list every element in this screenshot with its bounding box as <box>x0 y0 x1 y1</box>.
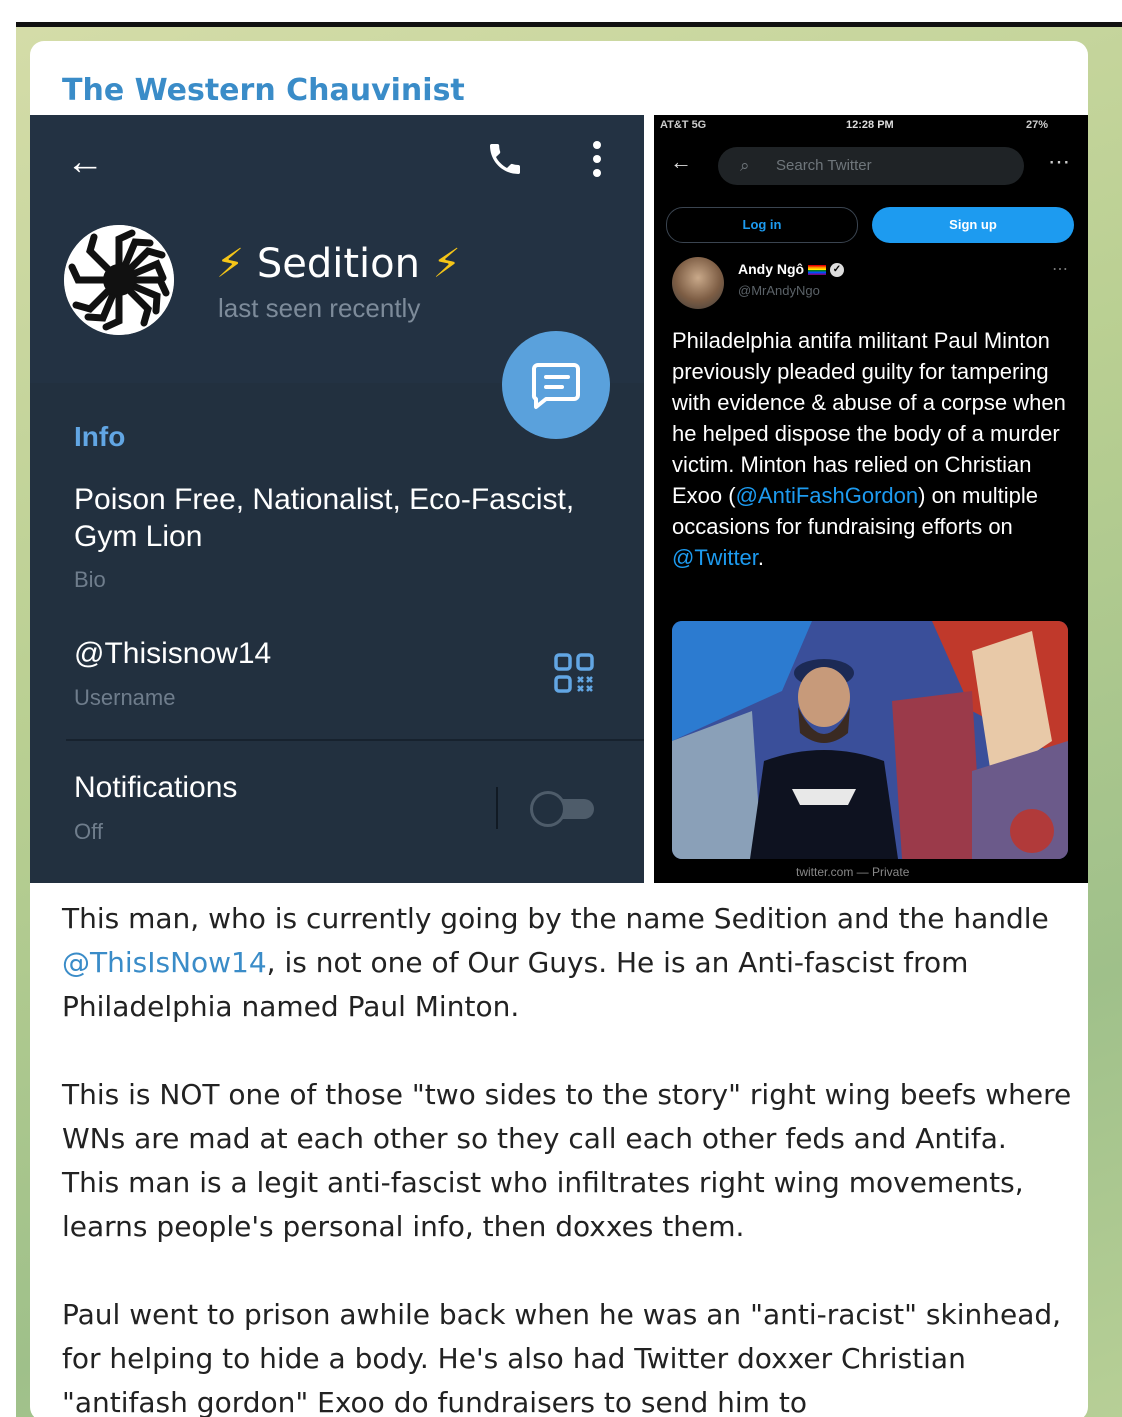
toggle-knob <box>530 791 566 827</box>
last-seen-status: last seen recently <box>218 293 421 323</box>
author-name[interactable]: Andy Ngô ✓ <box>738 261 844 278</box>
message-paragraph: This is NOT one of those "two sides to t… <box>62 1078 1072 1243</box>
info-section-label: Info <box>74 421 126 452</box>
message-text: This man, who is currently going by the … <box>62 897 1072 1417</box>
message-bubble: The Western Chauvinist ← ⚡ Sedition ⚡ la… <box>30 41 1088 1417</box>
qr-code-icon[interactable] <box>554 653 594 693</box>
mention-link[interactable]: @ThisIsNow14 <box>62 946 267 979</box>
twitter-screenshot[interactable]: AT&T 5G 12:28 PM 27% ← ⌕ Search Twitter … <box>654 115 1088 883</box>
bolt-icon: ⚡ <box>432 241 461 287</box>
notifications-label: Notifications <box>74 771 238 804</box>
message-paragraph: This man, who is currently going by the … <box>62 897 1072 1029</box>
message-button[interactable] <box>502 331 610 439</box>
bio-text: Poison Free, Nationalist, Eco-Fascist, G… <box>74 483 575 553</box>
chat-background: The Western Chauvinist ← ⚡ Sedition ⚡ la… <box>16 22 1122 1417</box>
profile-name: ⚡ Sedition ⚡ <box>216 241 461 287</box>
telegram-profile-screenshot[interactable]: ← ⚡ Sedition ⚡ last seen recently Info P… <box>30 115 644 883</box>
back-arrow-icon: ← <box>66 141 104 183</box>
mention-link[interactable]: @AntiFashGordon <box>736 483 919 508</box>
bio-label: Bio <box>74 567 106 592</box>
notifications-value: Off <box>74 819 103 844</box>
more-vertical-icon <box>590 139 604 185</box>
tweet-text-part: . <box>757 545 765 570</box>
tweet-photo[interactable] <box>672 621 1068 859</box>
more-horizontal-icon[interactable]: ⋯ <box>1048 149 1070 175</box>
search-placeholder: Search Twitter <box>776 157 872 174</box>
separator <box>496 787 498 829</box>
bolt-icon: ⚡ <box>216 241 245 287</box>
text-part: This man, who is currently going by the … <box>62 902 1049 935</box>
username-label: Username <box>74 685 176 710</box>
signup-button[interactable]: Sign up <box>872 207 1074 243</box>
author-name-text: Andy Ngô <box>738 261 805 277</box>
verified-badge-icon: ✓ <box>829 263 844 278</box>
profile-name-text: Sedition <box>256 241 420 287</box>
avatar <box>64 225 174 335</box>
login-button[interactable]: Log in <box>666 207 858 243</box>
tweet-footer: twitter.com — Private <box>796 865 910 879</box>
message-paragraph: Paul went to prison awhile back when he … <box>62 1298 1062 1417</box>
status-battery: 27% <box>1026 119 1049 131</box>
status-carrier: AT&T 5G <box>660 119 707 131</box>
back-arrow-icon[interactable]: ← <box>670 149 692 175</box>
search-icon: ⌕ <box>740 156 750 175</box>
phone-icon <box>485 139 525 188</box>
username-value[interactable]: @Thisisnow14 <box>74 637 271 671</box>
rainbow-flag-icon <box>808 265 826 276</box>
author-avatar[interactable] <box>672 257 724 309</box>
author-handle[interactable]: @MrAndyNgo <box>738 283 820 298</box>
channel-name[interactable]: The Western Chauvinist <box>62 73 465 108</box>
status-time: 12:28 PM <box>846 119 894 131</box>
chat-icon <box>531 363 580 409</box>
tweet-text: Philadelphia antifa militant Paul Minton… <box>672 325 1080 573</box>
search-bar[interactable]: ⌕ Search Twitter <box>718 147 1024 185</box>
tweet-more-icon[interactable]: ⋯ <box>1052 259 1068 279</box>
notifications-toggle[interactable] <box>530 791 596 827</box>
mention-link[interactable]: @Twitter <box>672 545 758 570</box>
tweet-text-part: Philadelphia antifa militant Paul Minton… <box>672 328 1066 508</box>
divider <box>66 739 644 741</box>
